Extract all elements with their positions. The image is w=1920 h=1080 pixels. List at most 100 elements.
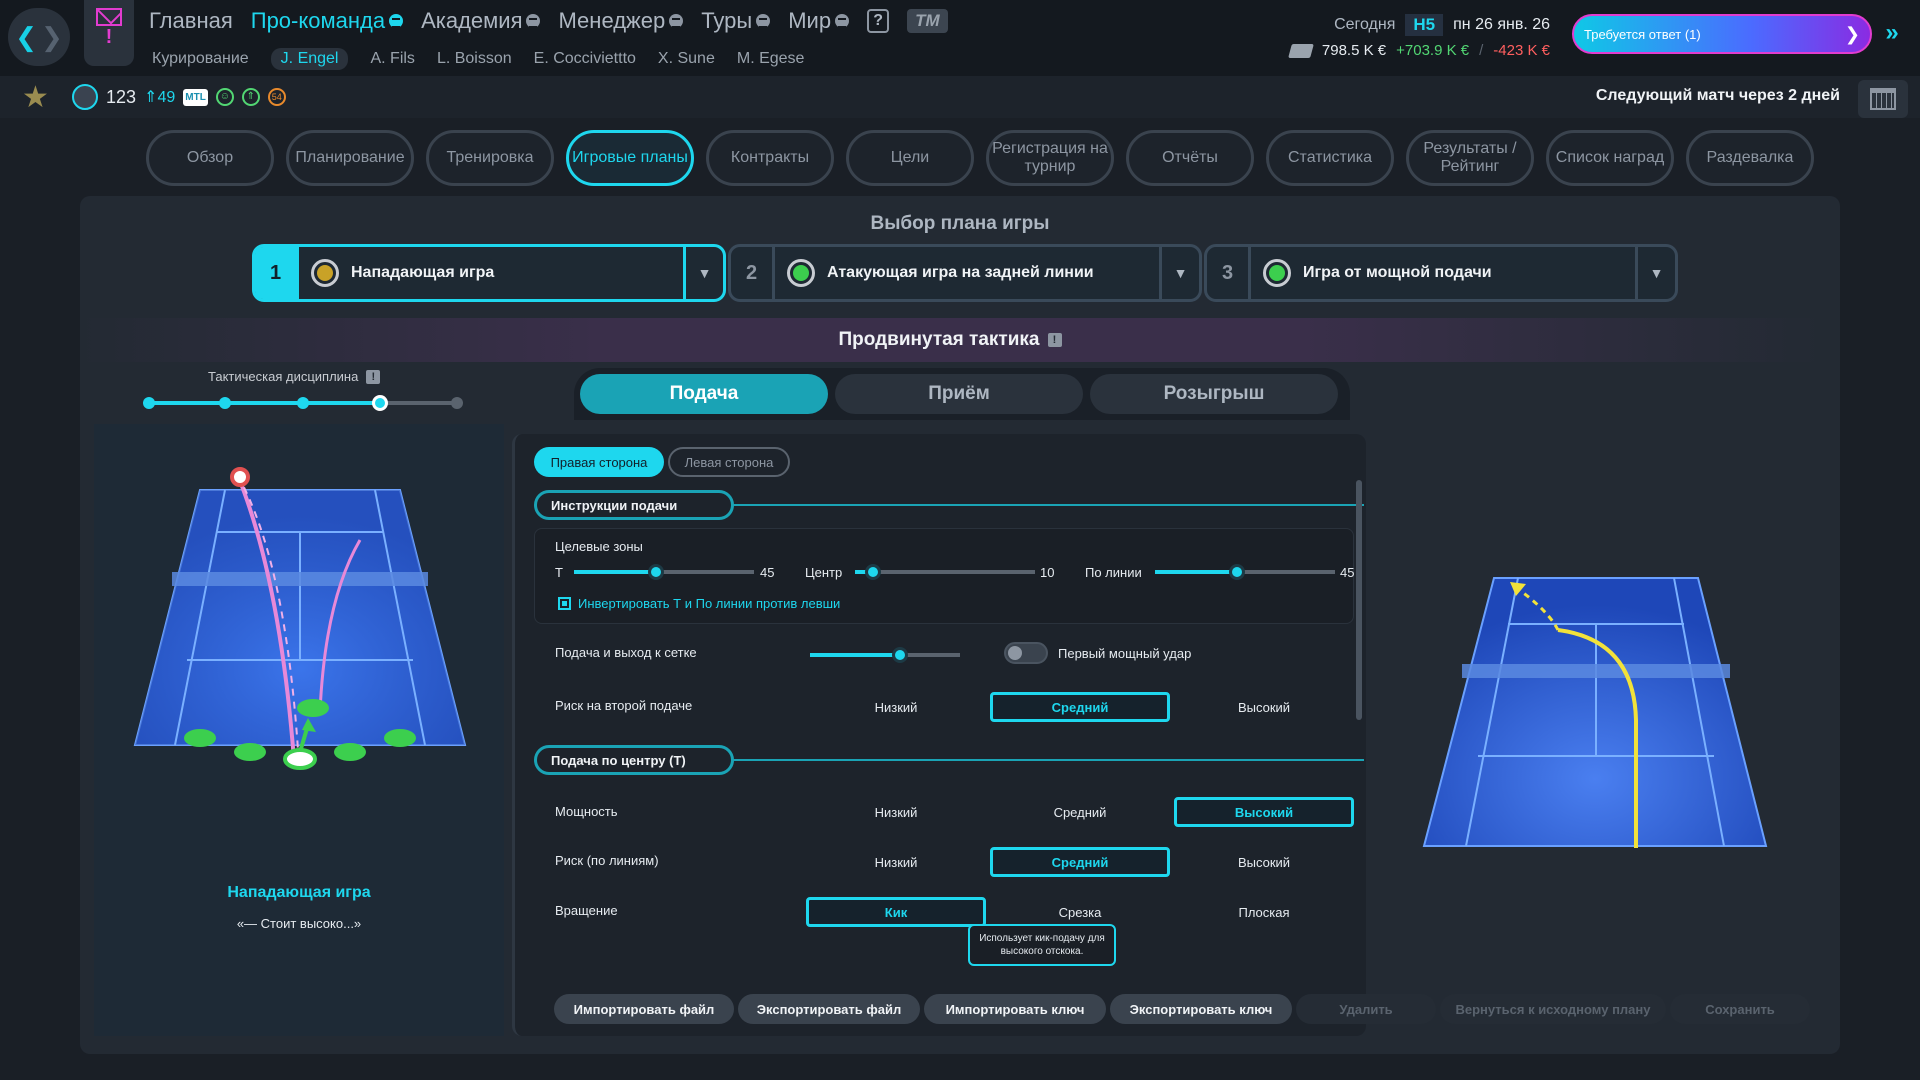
net-approach-slider[interactable] — [810, 647, 960, 663]
discipline-label: Тактическая дисциплина! — [208, 369, 381, 384]
tab-overview[interactable]: Обзор — [146, 130, 274, 186]
tab-locker-room[interactable]: Раздевалка — [1686, 130, 1814, 186]
plan-slot-2[interactable]: 2 Атакующая игра на задней линии ▼ — [728, 244, 1202, 302]
dropdown-arrow-icon[interactable]: ▼ — [1159, 247, 1199, 299]
tab-goals[interactable]: Цели — [846, 130, 974, 186]
nav-manager[interactable]: Менеджер — [558, 8, 684, 34]
zone-center-label: Центр — [805, 565, 843, 580]
import-file-button[interactable]: Импортировать файл — [554, 994, 734, 1024]
plan-slot-1[interactable]: 1 Нападающая игра ▼ — [252, 244, 726, 302]
nav-pro-team[interactable]: Про-команда — [251, 8, 404, 34]
tab-training[interactable]: Тренировка — [426, 130, 554, 186]
risk2-high-option[interactable]: Высокий — [1174, 692, 1354, 722]
calendar-button[interactable] — [1858, 80, 1908, 118]
slider-handle[interactable] — [865, 564, 881, 580]
mail-button[interactable]: ! — [84, 0, 134, 66]
export-key-button[interactable]: Экспортировать ключ — [1110, 994, 1292, 1024]
save-button[interactable]: Сохранить — [1670, 994, 1810, 1024]
dropdown-arrow-icon[interactable]: ▼ — [683, 247, 723, 299]
player-rank: 123 — [106, 86, 137, 107]
tab-statistics[interactable]: Статистика — [1266, 130, 1394, 186]
nav-tours[interactable]: Туры — [701, 8, 771, 34]
tab-reports[interactable]: Отчёты — [1126, 130, 1254, 186]
power-high-option[interactable]: Высокий — [1174, 797, 1354, 827]
avatar[interactable] — [72, 84, 98, 110]
star-icon[interactable]: ★ — [22, 80, 49, 115]
subnav-player-boisson[interactable]: L. Boisson — [437, 50, 512, 68]
nav-arrows[interactable]: ❮ ❯ — [8, 8, 70, 66]
risk2-medium-option[interactable]: Средний — [990, 692, 1170, 722]
invert-checkbox[interactable] — [558, 597, 571, 610]
court-diagram-left — [133, 467, 467, 770]
subnav-player-sune[interactable]: X. Sune — [658, 50, 715, 68]
discipline-slider[interactable] — [143, 395, 463, 411]
risk2-low-option[interactable]: Низкий — [806, 692, 986, 722]
back-arrow-icon[interactable]: ❮ — [15, 22, 37, 53]
slider-handle[interactable] — [648, 564, 664, 580]
risk-medium-option[interactable]: Средний — [990, 847, 1170, 877]
slider-step[interactable] — [219, 397, 231, 409]
zone-t-slider[interactable] — [574, 564, 754, 580]
tab-results[interactable]: Результаты / Рейтинг — [1406, 130, 1534, 186]
subnav-player-cocciviettto[interactable]: E. Cocciviettto — [534, 50, 636, 68]
tab-contracts[interactable]: Контракты — [706, 130, 834, 186]
info-icon[interactable]: ! — [1047, 333, 1062, 347]
info-icon[interactable]: ! — [366, 369, 381, 384]
subnav-coaching[interactable]: Курирование — [152, 50, 249, 68]
slider-handle[interactable] — [372, 395, 388, 411]
balance: 798.5 K € — [1321, 42, 1387, 59]
tab-game-plans[interactable]: Игровые планы — [566, 130, 694, 186]
spin-flat-option[interactable]: Плоская — [1174, 897, 1354, 927]
tab-right-side[interactable]: Правая сторона — [534, 447, 664, 477]
tab-registration[interactable]: Регистрация на турнир — [986, 130, 1114, 186]
spin-kick-option[interactable]: Кик — [806, 897, 986, 927]
slider-handle[interactable] — [1229, 564, 1245, 580]
target-zones-label: Целевые зоны — [555, 539, 643, 554]
power-low-option[interactable]: Низкий — [806, 797, 986, 827]
spin-slice-option[interactable]: Срезка — [990, 897, 1170, 927]
help-icon[interactable]: ? — [867, 9, 890, 33]
double-chevron-icon[interactable]: » — [1872, 14, 1912, 54]
tab-awards[interactable]: Список наград — [1546, 130, 1674, 186]
slider-handle[interactable] — [892, 647, 908, 663]
zone-line-slider[interactable] — [1155, 564, 1335, 580]
import-key-button[interactable]: Импортировать ключ — [924, 994, 1106, 1024]
nav-home[interactable]: Главная — [149, 8, 233, 34]
subnav-player-fils[interactable]: A. Fils — [370, 50, 414, 68]
slider-step[interactable] — [297, 397, 309, 409]
plan-slot-3[interactable]: 3 Игра от мощной подачи ▼ — [1204, 244, 1678, 302]
power-first-toggle[interactable] — [1004, 642, 1048, 664]
tab-left-side[interactable]: Левая сторона — [668, 447, 790, 477]
tab-rally[interactable]: Розыгрыш — [1090, 374, 1338, 414]
slider-step[interactable] — [143, 397, 155, 409]
tab-return[interactable]: Приём — [835, 374, 1083, 414]
nav-world[interactable]: Мир — [788, 8, 850, 34]
action-buttons: Импортировать файл Экспортировать файл И… — [554, 994, 1810, 1024]
menu-icon — [835, 14, 850, 28]
plan-name-label: Нападающая игра — [227, 884, 371, 901]
tab-serve[interactable]: Подача — [580, 374, 828, 414]
slider-step[interactable] — [451, 397, 463, 409]
dropdown-arrow-icon[interactable]: ▼ — [1635, 247, 1675, 299]
mail-icon — [96, 8, 122, 26]
reply-required-button[interactable]: Требуется ответ (1) ❯ — [1572, 14, 1872, 54]
second-serve-risk-label: Риск на второй подаче — [555, 698, 693, 713]
serve-instructions-header: Инструкции подачи — [534, 490, 734, 520]
tm-logo[interactable]: TM — [907, 9, 948, 33]
scrollbar[interactable] — [1356, 480, 1362, 720]
export-file-button[interactable]: Экспортировать файл — [738, 994, 920, 1024]
sub-nav: Курирование J. Engel A. Fils L. Boisson … — [152, 48, 804, 70]
risk-high-option[interactable]: Высокий — [1174, 847, 1354, 877]
nav-academy[interactable]: Академия — [421, 8, 541, 34]
tab-planning[interactable]: Планирование — [286, 130, 414, 186]
power-medium-option[interactable]: Средний — [990, 797, 1170, 827]
subnav-player-egese[interactable]: M. Egese — [737, 50, 805, 68]
forward-arrow-icon[interactable]: ❯ — [41, 22, 63, 53]
zone-center-slider[interactable] — [855, 564, 1035, 580]
risk-low-option[interactable]: Низкий — [806, 847, 986, 877]
revert-plan-button[interactable]: Вернуться к исходному плану — [1440, 994, 1666, 1024]
plan-select-title: Выбор плана игры — [870, 213, 1050, 234]
spin-label: Вращение — [555, 903, 618, 918]
subnav-player-engel[interactable]: J. Engel — [270, 48, 349, 70]
delete-button[interactable]: Удалить — [1296, 994, 1436, 1024]
